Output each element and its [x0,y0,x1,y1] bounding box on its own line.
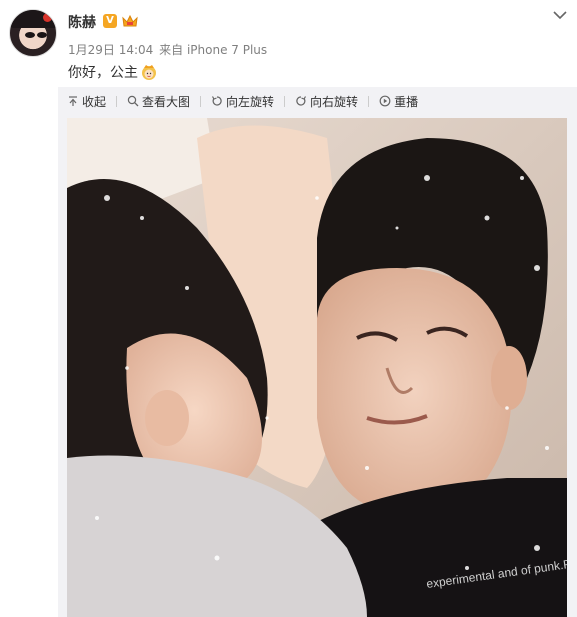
chevron-down-icon[interactable] [553,10,567,20]
collapse-button[interactable]: 收起 [67,93,106,110]
author-name[interactable]: 陈赫 [68,12,96,32]
replay-button[interactable]: 重播 [379,93,418,110]
vip-crown-icon [122,14,138,27]
post-source: 来自 iPhone 7 Plus [159,43,268,57]
post-timestamp[interactable]: 1月29日 14:04 [68,43,153,57]
post-text-content: 你好，公主 [68,65,138,81]
collapse-label: 收起 [82,94,107,109]
media-toolbar: 收起 查看大图 向左旋转 向右旋转 重播 [67,93,428,109]
author-avatar[interactable] [9,9,57,57]
princess-emoji-icon [142,65,156,80]
collapse-icon [69,96,77,106]
rotate-right-label: 向右旋转 [310,94,359,109]
post-text: 你好，公主 [68,63,158,82]
replay-label: 重播 [394,94,419,109]
toolbar-divider [284,95,286,107]
magnifier-icon [127,95,139,107]
view-large-button[interactable]: 查看大图 [127,93,190,110]
toolbar-divider [200,95,202,107]
toolbar-divider [368,95,370,107]
rotate-left-label: 向左旋转 [226,94,275,109]
post-photo[interactable]: experimental and of punk.Pose- [67,118,567,617]
verified-badge-icon: V [103,14,117,28]
rotate-left-icon [212,96,222,106]
post-meta: 1月29日 14:04 来自 iPhone 7 Plus [68,41,269,58]
rotate-right-button[interactable]: 向右旋转 [295,93,358,110]
rotate-left-button[interactable]: 向左旋转 [211,93,274,110]
rotate-right-icon [296,96,307,106]
toolbar-divider [116,95,118,107]
view-large-label: 查看大图 [142,94,191,109]
weibo-post-card: 陈赫 V 1月29日 14:04 来自 iPhone 7 Plus 你好，公主 … [0,0,577,617]
replay-icon [379,95,391,107]
